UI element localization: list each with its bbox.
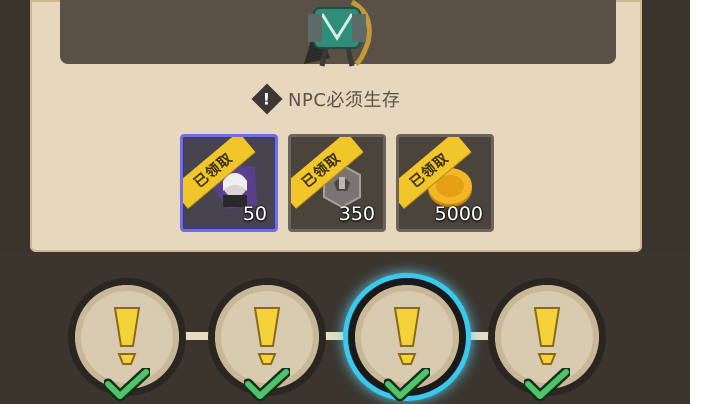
reward-amount: 350: [338, 203, 375, 225]
reward-slot-character[interactable]: 已领取 50: [180, 134, 278, 232]
exclamation-icon: [253, 307, 281, 365]
npc-figure: [304, 0, 372, 67]
checkmark-icon: [104, 368, 150, 402]
exclamation-icon: [113, 307, 141, 365]
progress-node-4[interactable]: [488, 278, 606, 402]
reward-amount: 5000: [434, 203, 483, 225]
checkmark-icon: [524, 368, 570, 402]
checkmark-icon: [244, 368, 290, 402]
exclamation-icon: [533, 307, 561, 365]
progress-node-1[interactable]: [68, 278, 186, 402]
progress-node-2[interactable]: [208, 278, 326, 402]
reward-slot-gold[interactable]: 已领取 5000: [396, 134, 494, 232]
requirement-text: NPC必须生存: [288, 90, 401, 111]
reward-amount: 50: [242, 203, 267, 225]
warning-diamond-icon: !: [251, 83, 283, 115]
requirement-row: ! NPC必须生存: [251, 83, 401, 115]
progress-node-3-active[interactable]: [348, 278, 466, 402]
progress-track: [0, 252, 690, 404]
screen-edge: [690, 0, 720, 404]
reward-slot-gear[interactable]: 已领取 350: [288, 134, 386, 232]
reward-list: 已领取 50 已领取 350 已领取 5000: [180, 134, 494, 232]
exclamation-icon: [393, 307, 421, 365]
checkmark-icon: [384, 368, 430, 402]
